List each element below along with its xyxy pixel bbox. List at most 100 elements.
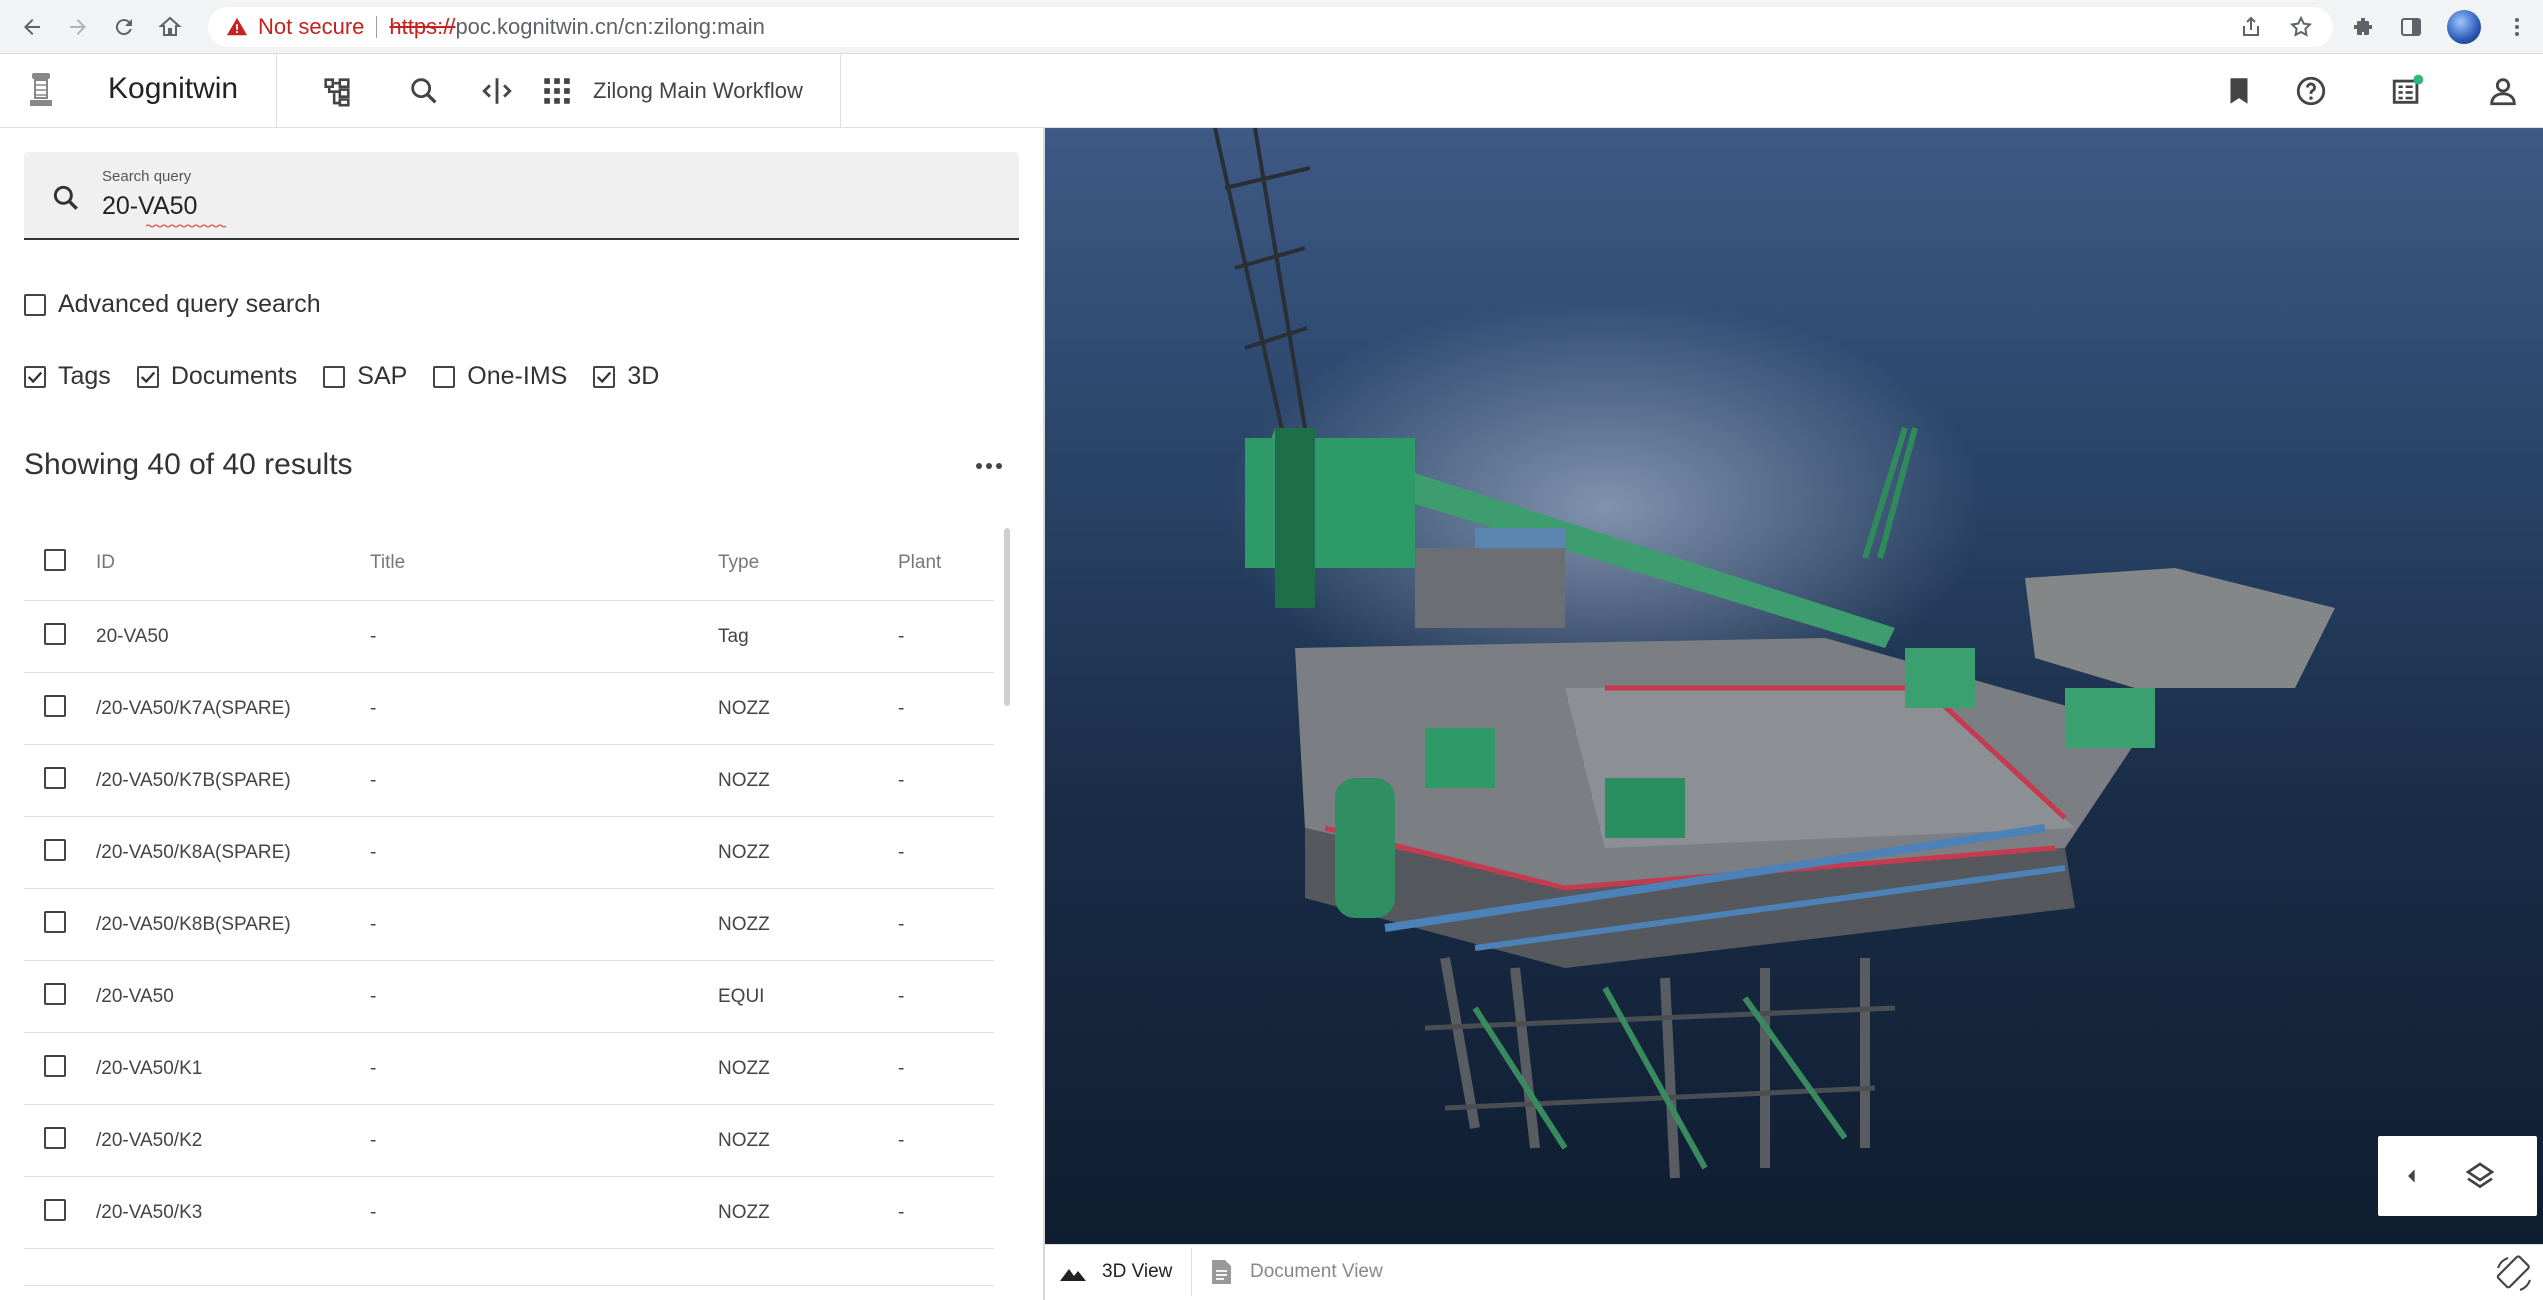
filter-one-ims-checkbox[interactable] xyxy=(433,365,456,388)
select-all-checkbox[interactable] xyxy=(44,548,66,571)
table-row[interactable]: /20-VA50/K7B(SPARE) - NOZZ - xyxy=(24,745,994,817)
search-icon xyxy=(411,78,437,104)
cell-id[interactable]: /20-VA50 xyxy=(96,986,370,1008)
search-query-input[interactable] xyxy=(102,192,902,221)
filter-tags-checkbox[interactable] xyxy=(24,365,46,388)
share-icon[interactable] xyxy=(2239,15,2263,39)
results-scrollbar[interactable] xyxy=(1004,528,1010,706)
filter-3d-checkbox[interactable] xyxy=(593,365,616,388)
table-row[interactable]: /20-VA50- EQUI - xyxy=(24,961,994,1033)
tasks-button[interactable] xyxy=(2388,72,2426,110)
back-button[interactable] xyxy=(16,11,48,43)
filter-sap-label: SAP xyxy=(357,362,408,390)
checkmark-icon xyxy=(27,371,43,383)
user-icon xyxy=(2490,78,2516,106)
apps-grid-button[interactable] xyxy=(538,72,576,110)
results-summary: Showing 40 of 40 results xyxy=(24,448,353,481)
reload-button[interactable] xyxy=(108,11,140,43)
address-bar[interactable]: Not secure https://poc.kognitwin.cn/cn:z… xyxy=(208,7,2333,47)
cell-id[interactable]: /20-VA50/K8B(SPARE) xyxy=(96,914,370,936)
workflow-name[interactable]: Zilong Main Workflow xyxy=(593,78,803,104)
company-logo-icon[interactable] xyxy=(26,70,56,110)
bookmark-icon xyxy=(2230,78,2248,104)
menu-dots-icon[interactable] xyxy=(2505,15,2529,39)
row-checkbox[interactable] xyxy=(44,982,66,1005)
filter-sap-checkbox[interactable] xyxy=(323,365,346,388)
row-checkbox[interactable] xyxy=(44,910,66,933)
row-select-cell xyxy=(24,838,96,867)
home-button[interactable] xyxy=(154,11,186,43)
table-row[interactable]: /20-VA50/K3- NOZZ - xyxy=(24,1177,994,1249)
table-row[interactable]: /20-VA50/K8A(SPARE) - NOZZ - xyxy=(24,817,994,889)
column-header-id[interactable]: ID xyxy=(96,552,370,574)
row-checkbox[interactable] xyxy=(44,1054,66,1077)
split-view-button[interactable] xyxy=(478,72,516,110)
more-options-icon[interactable] xyxy=(972,454,1006,478)
profile-avatar[interactable] xyxy=(2447,10,2481,44)
row-checkbox[interactable] xyxy=(44,1126,66,1149)
row-select-cell xyxy=(24,694,96,723)
cell-id[interactable]: /20-VA50/K3 xyxy=(96,1202,370,1224)
bookmarks-button[interactable] xyxy=(2220,72,2258,110)
table-row[interactable]: 20-VA50- Tag - xyxy=(24,601,994,673)
cell-title: - xyxy=(370,1201,377,1223)
forward-button[interactable] xyxy=(62,11,94,43)
cell-id[interactable]: /20-VA50/K7A(SPARE) xyxy=(96,698,370,720)
filter-one-ims[interactable]: One-IMS xyxy=(433,362,567,391)
row-checkbox[interactable] xyxy=(44,838,66,861)
home-icon xyxy=(158,16,182,36)
table-row[interactable]: /20-VA50/K1- NOZZ - xyxy=(24,1033,994,1105)
row-checkbox[interactable] xyxy=(44,766,66,789)
filter-tags[interactable]: Tags xyxy=(24,362,111,391)
help-icon xyxy=(2296,76,2326,106)
layers-icon[interactable] xyxy=(2464,1160,2496,1192)
bookmark-star-icon[interactable] xyxy=(2289,15,2313,39)
filter-sap[interactable]: SAP xyxy=(323,362,407,391)
filter-documents[interactable]: Documents xyxy=(136,362,297,391)
cell-id[interactable]: /20-VA50/K7B(SPARE) xyxy=(96,770,370,792)
tab-document-view[interactable]: Document View xyxy=(1206,1244,1383,1300)
search-button[interactable] xyxy=(405,72,443,110)
table-row[interactable]: /20-VA50/K8B(SPARE) - NOZZ - xyxy=(24,889,994,961)
cell-id[interactable]: /20-VA50/K8A(SPARE) xyxy=(96,842,370,864)
filter-documents-checkbox[interactable] xyxy=(136,365,159,388)
table-row[interactable] xyxy=(24,1272,994,1286)
row-checkbox[interactable] xyxy=(44,622,66,645)
extensions-icon[interactable] xyxy=(2351,15,2375,39)
3d-viewer[interactable] xyxy=(1045,128,2543,1244)
advanced-query-checkbox[interactable] xyxy=(24,293,46,316)
screen-rotation-icon[interactable] xyxy=(2494,1254,2534,1294)
mountain-icon xyxy=(1060,1269,1086,1281)
filter-3d[interactable]: 3D xyxy=(593,362,659,391)
column-header-type[interactable]: Type xyxy=(718,552,898,574)
cell-plant: - xyxy=(898,1129,905,1151)
cell-plant: - xyxy=(898,841,905,863)
cell-plant: - xyxy=(898,913,905,935)
cell-title: - xyxy=(370,985,377,1007)
browser-toolbar: Not secure https://poc.kognitwin.cn/cn:z… xyxy=(0,0,2543,54)
tab-3d-view[interactable]: 3D View xyxy=(1058,1244,1172,1300)
row-checkbox[interactable] xyxy=(44,694,66,717)
search-icon xyxy=(53,185,78,210)
collapse-left-icon[interactable] xyxy=(2396,1160,2428,1192)
offshore-platform-model[interactable] xyxy=(1045,128,2543,1244)
column-header-plant[interactable]: Plant xyxy=(898,552,994,574)
cell-id[interactable]: /20-VA50/K2 xyxy=(96,1130,370,1152)
help-button[interactable] xyxy=(2292,72,2330,110)
advanced-query-option[interactable]: Advanced query search xyxy=(24,290,321,319)
hierarchy-button[interactable] xyxy=(318,72,356,110)
search-query-field[interactable]: Search query xyxy=(24,152,1019,240)
user-button[interactable] xyxy=(2484,72,2522,110)
cell-id[interactable]: /20-VA50/K1 xyxy=(96,1058,370,1080)
viewer-side-controls xyxy=(2378,1136,2520,1216)
side-panel-icon[interactable] xyxy=(2399,15,2423,39)
cell-title: - xyxy=(370,1057,377,1079)
table-row[interactable]: /20-VA50/K7A(SPARE) - NOZZ - xyxy=(24,673,994,745)
row-select-cell xyxy=(24,1126,96,1155)
row-checkbox[interactable] xyxy=(44,1198,66,1221)
row-select-cell xyxy=(24,1198,96,1227)
table-row[interactable]: /20-VA50/K2- NOZZ - xyxy=(24,1105,994,1177)
cell-id[interactable]: 20-VA50 xyxy=(96,626,370,648)
advanced-query-label: Advanced query search xyxy=(58,290,321,318)
column-header-title[interactable]: Title xyxy=(370,552,718,574)
